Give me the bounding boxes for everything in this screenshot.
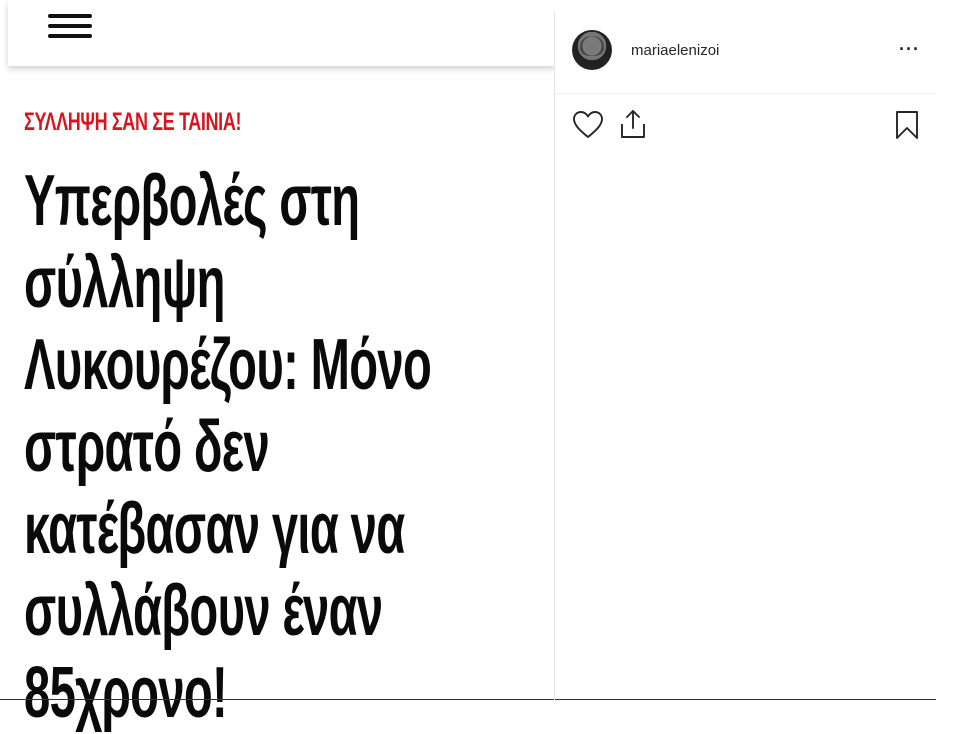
username-link[interactable]: mariaelenizoi xyxy=(631,42,719,59)
article-headline: Υπερβολές στη σύλληψη Λυκουρέζου: Μόνο σ… xyxy=(24,160,496,734)
bottom-divider xyxy=(555,699,936,700)
instagram-embed: mariaelenizoi ··· xyxy=(555,0,936,702)
bookmark-icon[interactable] xyxy=(894,110,920,140)
headline-line: Υπερβολές στη xyxy=(24,161,360,241)
instagram-post-header: mariaelenizoi ··· xyxy=(555,14,936,90)
headline-line: στρατό δεν xyxy=(24,407,270,487)
header-separator xyxy=(555,93,936,94)
hamburger-menu-icon[interactable] xyxy=(48,14,92,40)
share-icon[interactable] xyxy=(618,108,648,140)
article-kicker: ΣΥΛΛΗΨΗ ΣΑΝ ΣΕ ΤΑΙΝΙΑ! xyxy=(24,108,242,136)
avatar[interactable] xyxy=(572,30,612,70)
headline-line: σύλληψη xyxy=(24,243,225,323)
heart-icon[interactable] xyxy=(572,110,604,140)
headline-line: κατέβασαν για να xyxy=(24,489,405,569)
headline-line: Λυκουρέζου: Μόνο xyxy=(24,325,432,405)
headline-line: συλλάβουν έναν xyxy=(24,571,383,651)
more-options-icon[interactable]: ··· xyxy=(899,40,920,58)
site-header xyxy=(8,0,555,66)
bottom-divider xyxy=(0,699,555,700)
headline-line: 85χρονο! xyxy=(24,653,228,733)
article-panel: ΣΥΛΛΗΨΗ ΣΑΝ ΣΕ ΤΑΙΝΙΑ! Υπερβολές στη σύλ… xyxy=(0,0,555,733)
